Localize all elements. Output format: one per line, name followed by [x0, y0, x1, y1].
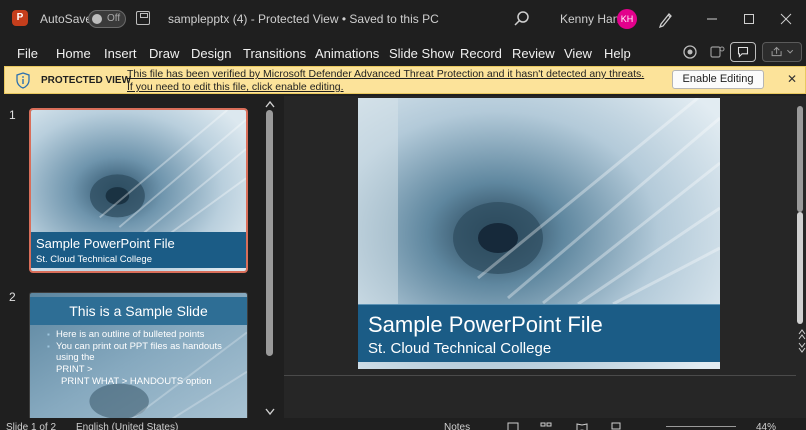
autosave-label: AutoSave — [40, 12, 93, 26]
slide-title[interactable]: Sample PowerPoint File — [368, 312, 603, 338]
slide-subtitle[interactable]: St. Cloud Technical College — [368, 340, 551, 357]
menu-draw[interactable]: Draw — [149, 46, 179, 61]
notes-divider[interactable] — [284, 375, 796, 376]
bullet-item: Here is an outline of bulleted points — [47, 329, 246, 341]
bullet-item: You can print out PPT files as handouts … — [47, 341, 246, 364]
zoom-level[interactable]: 44% — [756, 422, 776, 430]
scrollbar-track-lower[interactable] — [797, 212, 803, 324]
user-name[interactable]: Kenny Han — [560, 12, 619, 26]
avatar[interactable]: KH — [617, 9, 637, 29]
menu-view[interactable]: View — [564, 46, 592, 61]
previous-next-slide-icon[interactable] — [797, 328, 806, 354]
slide-thumbnail-1[interactable]: Sample PowerPoint File St. Cloud Technic… — [29, 108, 248, 273]
record-icon[interactable] — [679, 42, 701, 62]
close-bar-icon[interactable]: ✕ — [787, 72, 797, 86]
current-slide[interactable]: Sample PowerPoint File St. Cloud Technic… — [358, 98, 720, 369]
minimize-icon[interactable] — [701, 8, 723, 30]
status-bar: Slide 1 of 2 English (United States) Not… — [0, 418, 806, 430]
language-indicator[interactable]: English (United States) — [76, 422, 178, 430]
thumbnail-title: Sample PowerPoint File — [36, 236, 175, 251]
zoom-slider[interactable] — [666, 426, 736, 427]
scrollbar-thumb[interactable] — [797, 106, 803, 212]
scroll-down-arrow-icon[interactable] — [265, 408, 275, 416]
toggle-knob — [92, 14, 102, 24]
slide-number-2: 2 — [9, 290, 16, 304]
menu-file[interactable]: File — [17, 46, 38, 61]
menu-design[interactable]: Design — [191, 46, 231, 61]
menu-record[interactable]: Record — [460, 46, 502, 61]
slide-sorter-icon[interactable] — [540, 422, 552, 430]
menu-review[interactable]: Review — [512, 46, 555, 61]
bullet-list: Here is an outline of bulleted points Yo… — [47, 329, 246, 364]
menu-transitions[interactable]: Transitions — [243, 46, 306, 61]
enable-editing-button[interactable]: Enable Editing — [672, 70, 764, 89]
shield-info-icon — [16, 72, 30, 89]
comments-icon[interactable] — [730, 42, 756, 62]
autosave-state: Off — [107, 13, 121, 24]
protected-view-message[interactable]: This file has been verified by Microsoft… — [127, 68, 649, 94]
title-bar: P AutoSave Off samplepptx (4) - Protecte… — [0, 0, 806, 38]
autosave-toggle[interactable]: Off — [88, 10, 126, 28]
slide-number-1: 1 — [9, 108, 16, 122]
protected-view-title: PROTECTED VIEW — [41, 75, 132, 86]
slide-thumbnail-2[interactable]: This is a Sample Slide Here is an outlin… — [29, 292, 248, 422]
normal-view-icon[interactable] — [507, 422, 519, 430]
reading-view-icon[interactable] — [576, 422, 588, 430]
thumbnail-subtitle: St. Cloud Technical College — [36, 254, 153, 265]
scrollbar-thumb[interactable] — [266, 110, 273, 356]
share-icon[interactable] — [762, 42, 802, 62]
protected-view-bar: PROTECTED VIEW This file has been verifi… — [4, 66, 806, 94]
thumbnail-title: This is a Sample Slide — [69, 303, 208, 319]
ribbon-menu: File Home Insert Draw Design Transitions… — [0, 38, 806, 66]
slide-show-icon[interactable] — [610, 422, 622, 430]
search-icon[interactable] — [513, 10, 531, 28]
menu-animations[interactable]: Animations — [315, 46, 379, 61]
scroll-up-arrow-icon[interactable] — [265, 100, 275, 108]
maximize-icon[interactable] — [738, 8, 760, 30]
slide-counter: Slide 1 of 2 — [6, 422, 57, 430]
save-icon[interactable] — [136, 11, 150, 25]
menu-home[interactable]: Home — [56, 46, 91, 61]
menu-help[interactable]: Help — [604, 46, 631, 61]
notes-button[interactable]: Notes — [444, 422, 470, 430]
teams-icon[interactable] — [706, 42, 728, 62]
slide-thumbnail-pane: 1 Sample PowerPoint File St. Cloud Techn… — [0, 96, 281, 422]
powerpoint-logo-icon: P — [12, 10, 28, 26]
menu-slide-show[interactable]: Slide Show — [389, 46, 454, 61]
bullet-continuation: PRINT > — [56, 364, 93, 375]
menu-insert[interactable]: Insert — [104, 46, 137, 61]
document-title: samplepptx (4) - Protected View • Saved … — [168, 12, 439, 26]
close-window-icon[interactable] — [775, 8, 797, 30]
bullet-continuation: PRINT WHAT > HANDOUTS option — [61, 376, 212, 387]
pen-icon[interactable] — [657, 10, 675, 28]
